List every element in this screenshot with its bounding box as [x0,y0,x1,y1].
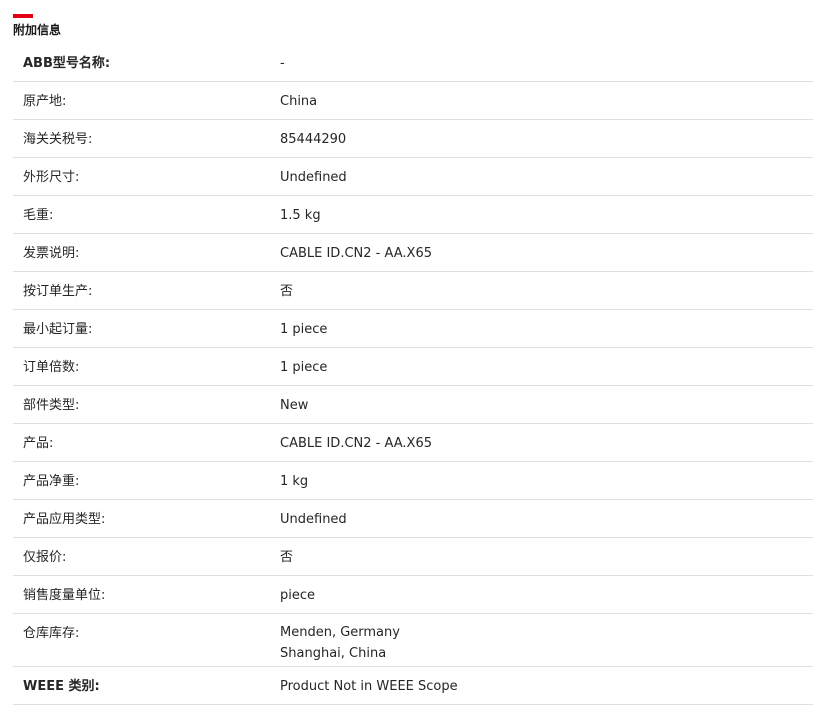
row-label: WEEE 类别: [23,679,100,694]
row-label: 销售度量单位: [23,588,106,603]
table-row-made-to-order: 按订单生产: 否 [13,272,813,310]
table-row-product: 产品: CABLE ID.CN2 - AA.X65 [13,424,813,462]
row-value: 否 [280,550,294,565]
row-label: 最小起订量: [23,322,93,337]
row-value: CABLE ID.CN2 - AA.X65 [280,436,432,451]
table-row-weee-category: WEEE 类别: Product Not in WEEE Scope [13,667,813,705]
table-row-country-of-origin: 原产地: China [13,82,813,120]
table-row-gross-weight: 毛重: 1.5 kg [13,196,813,234]
row-label: 产品: [23,436,54,451]
row-value: Undefined [280,512,347,527]
row-label: 按订单生产: [23,284,93,299]
section-title: 附加信息 [13,23,62,37]
row-label: 产品应用类型: [23,512,106,527]
row-label: 外形尺寸: [23,170,80,185]
table-row-customs-tariff: 海关关税号: 85444290 [13,120,813,158]
row-label: 产品净重: [23,474,80,489]
row-label: 毛重: [23,208,54,223]
row-value: Undefined [280,170,347,185]
row-label: 原产地: [23,94,67,109]
table-row-order-multiple: 订单倍数: 1 piece [13,348,813,386]
row-value: 1 piece [280,322,328,337]
table-row-application-type: 产品应用类型: Undefined [13,500,813,538]
row-value: 1 piece [280,360,328,375]
table-row-minimum-order-quantity: 最小起订量: 1 piece [13,310,813,348]
additional-info-table: ABB型号名称: - 原产地: China 海关关税号: 85444290 外形… [13,44,813,705]
row-label: 发票说明: [23,246,80,261]
table-row-warehouse-stock: 仓库库存: Menden, Germany Shanghai, China [13,614,813,667]
table-row-dimensions: 外形尺寸: Undefined [13,158,813,196]
row-label: 仅报价: [23,550,67,565]
row-value: 85444290 [280,132,347,147]
row-value: 否 [280,284,294,299]
table-row-abb-model-name: ABB型号名称: - [13,44,813,82]
row-value: Product Not in WEEE Scope [280,679,458,694]
row-value: - [280,56,285,71]
row-value: CABLE ID.CN2 - AA.X65 [280,246,432,261]
warehouse-location: Shanghai, China [280,646,387,661]
row-value-list: Menden, Germany Shanghai, China [280,622,400,664]
warehouse-location: Menden, Germany [280,625,400,640]
table-row-net-weight: 产品净重: 1 kg [13,462,813,500]
row-value: New [280,398,309,413]
table-row-part-type: 部件类型: New [13,386,813,424]
section-accent-bar [13,14,33,18]
row-value: 1 kg [280,474,309,489]
row-label: ABB型号名称: [23,56,111,71]
table-row-invoice-description: 发票说明: CABLE ID.CN2 - AA.X65 [13,234,813,272]
row-value: 1.5 kg [280,208,321,223]
row-value: China [280,94,318,109]
row-label: 部件类型: [23,398,80,413]
row-label: 仓库库存: [23,626,80,641]
row-label: 海关关税号: [23,132,93,147]
table-row-quote-only: 仅报价: 否 [13,538,813,576]
row-label: 订单倍数: [23,360,80,375]
table-row-sales-unit: 销售度量单位: piece [13,576,813,614]
row-value: piece [280,588,316,603]
